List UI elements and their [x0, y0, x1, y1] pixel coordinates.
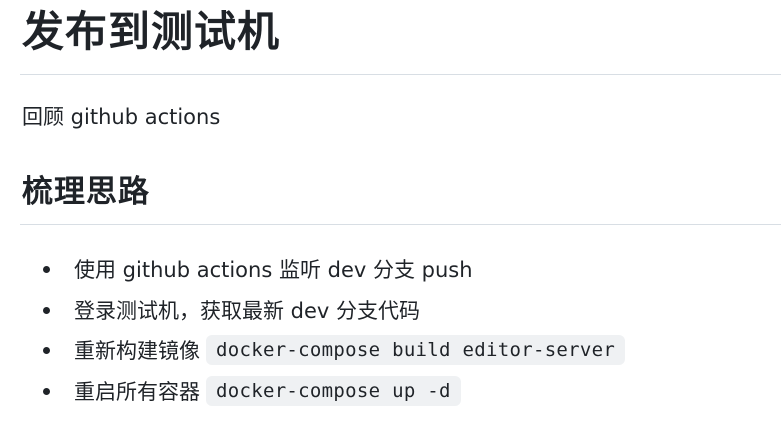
document-page: 发布到测试机 回顾 github actions 梳理思路 使用 github …	[0, 0, 781, 434]
section-divider	[20, 224, 781, 225]
page-title: 发布到测试机	[22, 7, 281, 56]
bullet-icon	[43, 266, 50, 274]
list-item-text: 使用 github actions 监听 dev 分支 push	[74, 258, 473, 283]
inline-code: docker-compose up -d	[206, 375, 461, 406]
list-item: 使用 github actions 监听 dev 分支 push	[40, 249, 625, 290]
list-item-text: 重新构建镜像	[74, 339, 200, 364]
bullet-icon	[43, 306, 50, 314]
bullet-icon	[43, 347, 50, 355]
steps-list: 使用 github actions 监听 dev 分支 push 登录测试机，获…	[40, 249, 626, 412]
inline-code: docker-compose build editor-server	[206, 335, 626, 366]
section-heading: 梳理思路	[22, 174, 150, 210]
list-item: 登录测试机，获取最新 dev 分支代码	[40, 290, 625, 331]
list-item: 重启所有容器 docker-compose up -d	[40, 371, 625, 412]
intro-paragraph: 回顾 github actions	[22, 105, 221, 129]
list-item: 重新构建镜像 docker-compose build editor-serve…	[40, 330, 626, 371]
list-item-text: 重启所有容器	[74, 379, 200, 404]
list-item-text: 登录测试机，获取最新 dev 分支代码	[74, 298, 421, 323]
title-divider	[20, 74, 781, 75]
bullet-icon	[43, 387, 50, 395]
